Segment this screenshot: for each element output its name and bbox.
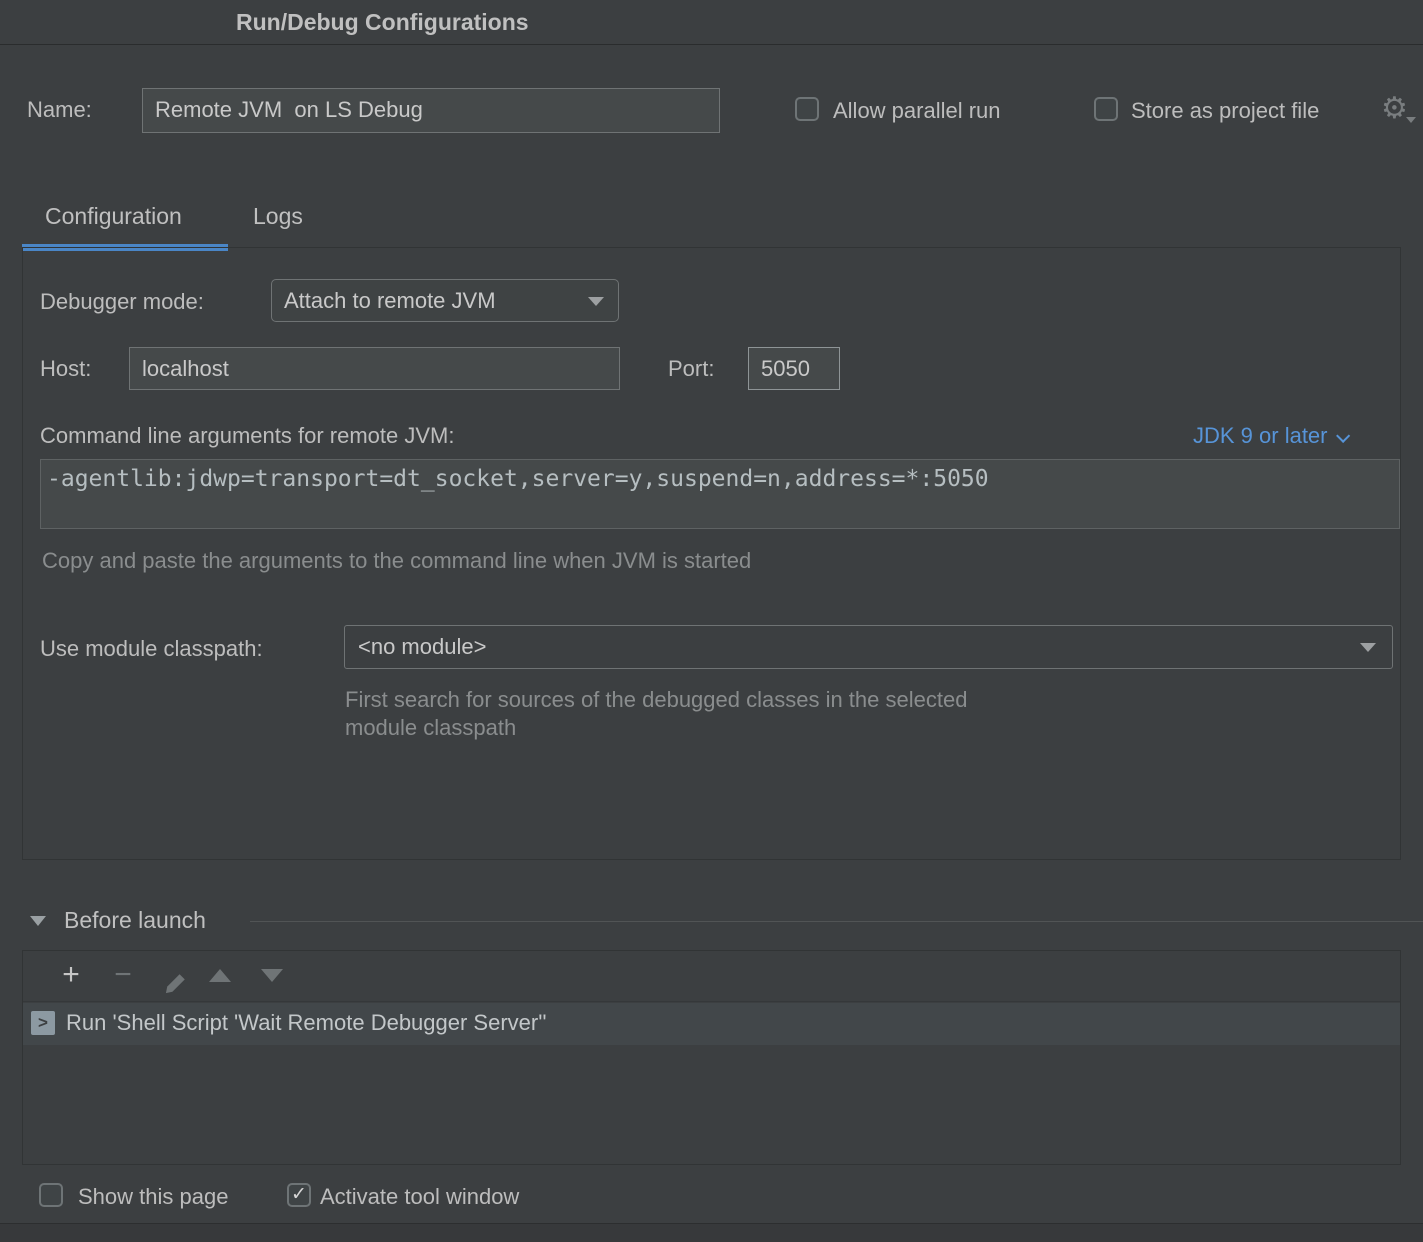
show-this-page-label[interactable]: Show this page [78, 1184, 228, 1210]
dialog-title-bar: Run/Debug Configurations [0, 0, 1423, 45]
module-classpath-hint-line2: module classpath [345, 715, 516, 741]
before-launch-toolbar: + − [23, 951, 1400, 1001]
debugger-mode-label: Debugger mode: [40, 289, 204, 315]
store-as-project-file-checkbox[interactable] [1094, 97, 1118, 121]
add-icon[interactable]: + [51, 951, 91, 1001]
command-line-args-box[interactable]: -agentlib:jdwp=transport=dt_socket,serve… [40, 459, 1400, 529]
before-launch-divider [250, 921, 1423, 922]
run-icon: > [31, 1011, 55, 1035]
chevron-down-icon [1360, 643, 1376, 652]
name-label: Name: [27, 97, 92, 123]
host-label: Host: [40, 356, 91, 382]
task-label: Run 'Shell Script 'Wait Remote Debugger … [66, 1010, 547, 1036]
gear-dropdown-arrow-icon [1406, 117, 1416, 123]
command-line-label: Command line arguments for remote JVM: [40, 423, 455, 449]
tab-configuration[interactable]: Configuration [45, 203, 182, 230]
before-launch-collapse-icon[interactable] [30, 916, 46, 926]
jdk-version-value: JDK 9 or later [1193, 423, 1328, 448]
module-classpath-label: Use module classpath: [40, 636, 263, 662]
before-launch-title: Before launch [64, 907, 206, 934]
allow-parallel-run-label[interactable]: Allow parallel run [833, 98, 1001, 124]
activate-tool-window-label[interactable]: Activate tool window [320, 1184, 519, 1210]
allow-parallel-run-checkbox[interactable] [795, 97, 819, 121]
command-line-args-value: -agentlib:jdwp=transport=dt_socket,serve… [47, 466, 989, 492]
module-classpath-value: <no module> [358, 634, 486, 659]
dialog-title: Run/Debug Configurations [236, 0, 529, 45]
dialog-bottom-edge [0, 1223, 1423, 1242]
toolbar-separator [23, 1001, 1400, 1002]
port-label: Port: [668, 356, 714, 382]
module-classpath-hint-line1: First search for sources of the debugged… [345, 687, 967, 713]
name-input[interactable]: Remote JVM on LS Debug [142, 88, 720, 133]
module-classpath-dropdown[interactable]: <no module> [344, 625, 1393, 669]
debugger-mode-value: Attach to remote JVM [284, 288, 496, 313]
debugger-mode-dropdown[interactable]: Attach to remote JVM [271, 279, 619, 322]
command-line-hint: Copy and paste the arguments to the comm… [42, 548, 751, 574]
show-this-page-checkbox[interactable] [39, 1183, 63, 1207]
activate-tool-window-checkbox[interactable]: ✓ [287, 1183, 311, 1207]
store-as-project-file-label[interactable]: Store as project file [1131, 98, 1319, 124]
check-icon: ✓ [291, 1184, 307, 1205]
jdk-version-selector[interactable]: JDK 9 or later [1193, 423, 1346, 449]
edit-pencil-icon[interactable] [156, 963, 196, 989]
port-input[interactable]: 5050 [748, 347, 840, 390]
host-input[interactable]: localhost [129, 347, 620, 390]
tab-logs[interactable]: Logs [253, 203, 303, 230]
chevron-down-icon [588, 297, 604, 306]
gear-icon[interactable]: ⚙ [1381, 94, 1408, 124]
remove-icon[interactable]: − [103, 951, 143, 1001]
